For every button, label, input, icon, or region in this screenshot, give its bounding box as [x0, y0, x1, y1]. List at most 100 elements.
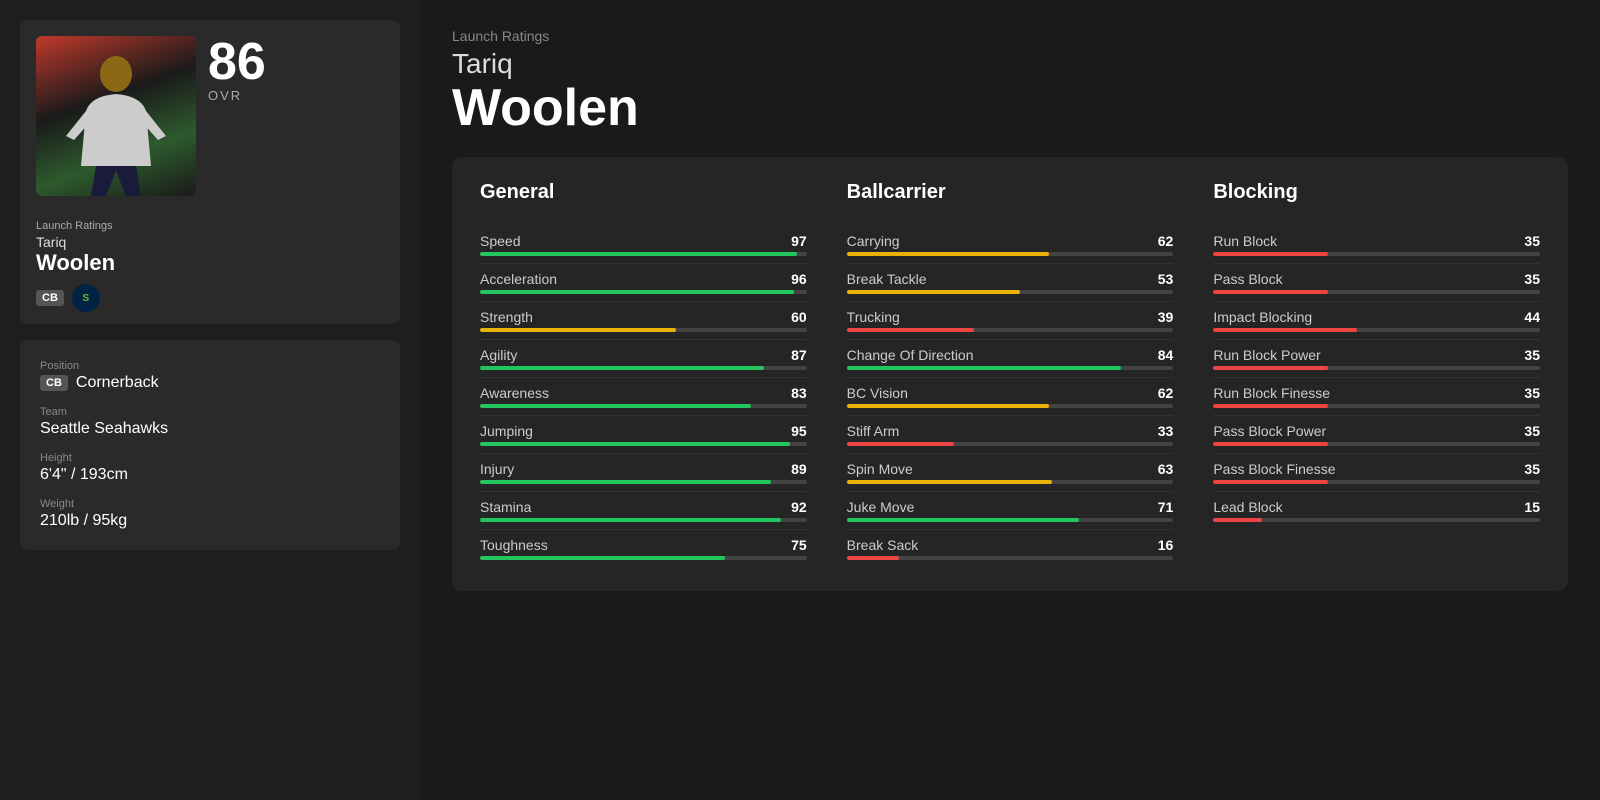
blocking-header: Blocking [1213, 181, 1540, 212]
rating-value: 97 [791, 233, 807, 249]
rating-bar-container [480, 328, 807, 332]
rating-bar-container [480, 366, 807, 370]
list-item: Run Block 35 [1213, 226, 1540, 264]
rating-bar-container [1213, 518, 1540, 522]
rating-name: Pass Block [1213, 271, 1282, 287]
rating-bar-container [847, 480, 1174, 484]
rating-bar-container [480, 442, 807, 446]
rating-value: 39 [1158, 309, 1174, 325]
rating-bar [1213, 366, 1327, 370]
rating-name: Break Sack [847, 537, 919, 553]
rating-name: Awareness [480, 385, 549, 401]
rating-bar-container [847, 404, 1174, 408]
rating-bar-container [847, 366, 1174, 370]
list-item: Acceleration 96 [480, 264, 807, 302]
rating-bar-container [480, 252, 807, 256]
stat-weight: Weight 210lb / 95kg [40, 498, 380, 530]
rating-bar [480, 328, 676, 332]
rating-value: 75 [791, 537, 807, 553]
height-value: 6'4" / 193cm [40, 466, 380, 484]
card-firstname: Tariq [36, 234, 384, 250]
blocking-column: Blocking Run Block 35 Pass Block 35 [1213, 181, 1540, 567]
ovr-number: 86 [208, 36, 266, 88]
rating-name: Speed [480, 233, 520, 249]
rating-bar-container [847, 556, 1174, 560]
rating-name: Stamina [480, 499, 531, 515]
rating-bar-container [847, 252, 1174, 256]
list-item: Change Of Direction 84 [847, 340, 1174, 378]
rating-name: Break Tackle [847, 271, 927, 287]
rating-bar-container [1213, 290, 1540, 294]
rating-bar-container [480, 518, 807, 522]
rating-bar [847, 366, 1121, 370]
rating-bar-container [1213, 480, 1540, 484]
rating-bar-container [1213, 328, 1540, 332]
rating-name: Strength [480, 309, 533, 325]
rating-bar-container [847, 328, 1174, 332]
list-item: BC Vision 62 [847, 378, 1174, 416]
list-item: Awareness 83 [480, 378, 807, 416]
rating-value: 87 [791, 347, 807, 363]
rating-name: Pass Block Finesse [1213, 461, 1335, 477]
rating-value: 84 [1158, 347, 1174, 363]
rating-bar [480, 518, 781, 522]
rating-bar [480, 252, 797, 256]
rating-name: Trucking [847, 309, 900, 325]
rating-value: 92 [791, 499, 807, 515]
list-item: Spin Move 63 [847, 454, 1174, 492]
rating-name: Agility [480, 347, 517, 363]
weight-label: Weight [40, 498, 380, 510]
general-header: General [480, 181, 807, 212]
rating-bar [1213, 442, 1327, 446]
list-item: Agility 87 [480, 340, 807, 378]
rating-value: 15 [1524, 499, 1540, 515]
rating-value: 71 [1158, 499, 1174, 515]
list-item: Pass Block Finesse 35 [1213, 454, 1540, 492]
list-item: Break Sack 16 [847, 530, 1174, 567]
rating-bar [847, 290, 1020, 294]
rating-bar-container [847, 442, 1174, 446]
rating-bar [480, 290, 794, 294]
rating-bar [480, 556, 725, 560]
rating-bar-container [1213, 366, 1540, 370]
rating-bar [1213, 480, 1327, 484]
rating-bar [480, 442, 790, 446]
rating-bar [1213, 404, 1327, 408]
rating-name: Run Block Finesse [1213, 385, 1330, 401]
rating-bar-container [1213, 404, 1540, 408]
stat-height: Height 6'4" / 193cm [40, 452, 380, 484]
rating-bar [1213, 252, 1327, 256]
rating-value: 16 [1158, 537, 1174, 553]
player-photo [36, 36, 196, 196]
rating-bar-container [480, 480, 807, 484]
rating-bar-container [847, 290, 1174, 294]
team-logo: S [72, 284, 100, 312]
rating-bar-container [847, 518, 1174, 522]
rating-value: 35 [1524, 423, 1540, 439]
rating-bar [1213, 328, 1357, 332]
rating-bar-container [480, 404, 807, 408]
rating-value: 35 [1524, 233, 1540, 249]
ballcarrier-header: Ballcarrier [847, 181, 1174, 212]
list-item: Jumping 95 [480, 416, 807, 454]
rating-value: 35 [1524, 271, 1540, 287]
rating-bar [480, 480, 771, 484]
list-item: Impact Blocking 44 [1213, 302, 1540, 340]
rating-name: Run Block [1213, 233, 1277, 249]
rating-name: BC Vision [847, 385, 908, 401]
list-item: Carrying 62 [847, 226, 1174, 264]
rating-bar [847, 252, 1050, 256]
weight-value: 210lb / 95kg [40, 512, 380, 530]
rating-name: Jumping [480, 423, 533, 439]
list-item: Lead Block 15 [1213, 492, 1540, 529]
rating-name: Injury [480, 461, 514, 477]
rating-value: 62 [1158, 385, 1174, 401]
list-item: Break Tackle 53 [847, 264, 1174, 302]
rating-name: Pass Block Power [1213, 423, 1326, 439]
rating-bar [847, 404, 1050, 408]
rating-name: Spin Move [847, 461, 913, 477]
list-item: Run Block Power 35 [1213, 340, 1540, 378]
player-info-right: 86 OVR [208, 36, 384, 103]
team-label: Team [40, 406, 380, 418]
rating-bar [847, 480, 1053, 484]
